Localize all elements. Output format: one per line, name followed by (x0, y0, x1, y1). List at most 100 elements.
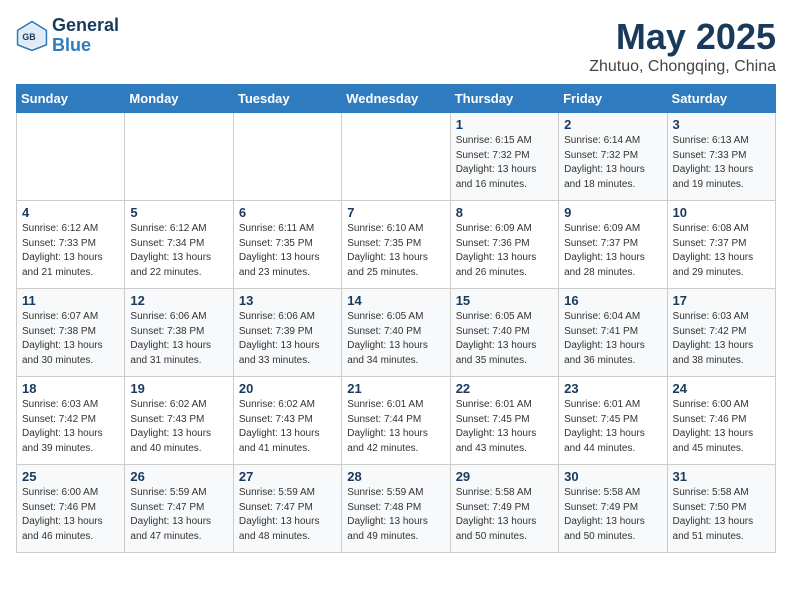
calendar-cell: 4 Sunrise: 6:12 AMSunset: 7:33 PMDaylight… (17, 201, 125, 289)
day-number: 3 (673, 117, 770, 132)
week-row-1: 1 Sunrise: 6:15 AMSunset: 7:32 PMDaylight… (17, 113, 776, 201)
calendar-cell: 23 Sunrise: 6:01 AMSunset: 7:45 PMDayligh… (559, 377, 667, 465)
day-header-wednesday: Wednesday (342, 85, 450, 113)
calendar-cell: 26Sunrise: 5:59 AMSunset: 7:47 PMDayligh… (125, 465, 233, 553)
calendar-cell: 24 Sunrise: 6:00 AMSunset: 7:46 PMDayligh… (667, 377, 775, 465)
day-info: Sunrise: 6:12 AMSunset: 7:34 PMDaylight:… (130, 222, 227, 280)
day-info: Sunrise: 6:09 AMSunset: 7:36 PMDaylight:… (456, 222, 553, 280)
calendar-cell: 7 Sunrise: 6:10 AMSunset: 7:35 PMDaylight… (342, 201, 450, 289)
day-number: 28 (347, 469, 444, 484)
day-number: 8 (456, 205, 553, 220)
day-number: 30 (564, 469, 661, 484)
day-header-tuesday: Tuesday (233, 85, 341, 113)
day-info: Sunrise: 5:58 AMSunset: 7:49 PMDaylight:… (564, 486, 661, 544)
day-info: Sunrise: 6:05 AMSunset: 7:40 PMDaylight:… (456, 310, 553, 368)
logo-icon: GB (16, 20, 48, 52)
day-info: Sunrise: 5:59 AMSunset: 7:48 PMDaylight:… (347, 486, 444, 544)
header: GB GeneralBlue May 2025 Zhutuo, Chongqin… (16, 16, 776, 76)
calendar-cell: 22 Sunrise: 6:01 AMSunset: 7:45 PMDayligh… (450, 377, 558, 465)
day-number: 24 (673, 381, 770, 396)
calendar-cell: 10Sunrise: 6:08 AMSunset: 7:37 PMDayligh… (667, 201, 775, 289)
day-info: Sunrise: 6:13 AMSunset: 7:33 PMDaylight:… (673, 134, 770, 192)
day-info: Sunrise: 6:01 AMSunset: 7:44 PMDaylight:… (347, 398, 444, 456)
calendar-cell (125, 113, 233, 201)
day-info: Sunrise: 6:00 AMSunset: 7:46 PMDaylight:… (673, 398, 770, 456)
day-number: 5 (130, 205, 227, 220)
day-info: Sunrise: 6:10 AMSunset: 7:35 PMDaylight:… (347, 222, 444, 280)
day-info: Sunrise: 6:00 AMSunset: 7:46 PMDaylight:… (22, 486, 119, 544)
calendar-cell: 9Sunrise: 6:09 AMSunset: 7:37 PMDaylight… (559, 201, 667, 289)
calendar-cell (233, 113, 341, 201)
day-number: 2 (564, 117, 661, 132)
day-info: Sunrise: 6:01 AMSunset: 7:45 PMDaylight:… (456, 398, 553, 456)
day-number: 19 (130, 381, 227, 396)
day-info: Sunrise: 6:05 AMSunset: 7:40 PMDaylight:… (347, 310, 444, 368)
day-info: Sunrise: 5:58 AMSunset: 7:50 PMDaylight:… (673, 486, 770, 544)
day-header-monday: Monday (125, 85, 233, 113)
day-number: 15 (456, 293, 553, 308)
day-number: 16 (564, 293, 661, 308)
calendar-cell: 21 Sunrise: 6:01 AMSunset: 7:44 PMDayligh… (342, 377, 450, 465)
day-number: 25 (22, 469, 119, 484)
day-number: 20 (239, 381, 336, 396)
day-number: 14 (347, 293, 444, 308)
calendar-cell: 17Sunrise: 6:03 AMSunset: 7:42 PMDayligh… (667, 289, 775, 377)
day-number: 10 (673, 205, 770, 220)
calendar-cell: 30 Sunrise: 5:58 AMSunset: 7:49 PMDayligh… (559, 465, 667, 553)
calendar-cell: 11 Sunrise: 6:07 AMSunset: 7:38 PMDayligh… (17, 289, 125, 377)
calendar-cell: 25 Sunrise: 6:00 AMSunset: 7:46 PMDayligh… (17, 465, 125, 553)
calendar-cell: 19Sunrise: 6:02 AMSunset: 7:43 PMDayligh… (125, 377, 233, 465)
day-number: 11 (22, 293, 119, 308)
day-number: 12 (130, 293, 227, 308)
day-info: Sunrise: 6:03 AMSunset: 7:42 PMDaylight:… (673, 310, 770, 368)
day-info: Sunrise: 6:02 AMSunset: 7:43 PMDaylight:… (239, 398, 336, 456)
logo-text: GeneralBlue (52, 16, 119, 56)
day-number: 27 (239, 469, 336, 484)
day-header-thursday: Thursday (450, 85, 558, 113)
day-number: 1 (456, 117, 553, 132)
day-number: 31 (673, 469, 770, 484)
calendar-cell (17, 113, 125, 201)
day-info: Sunrise: 6:01 AMSunset: 7:45 PMDaylight:… (564, 398, 661, 456)
calendar-cell: 18Sunrise: 6:03 AMSunset: 7:42 PMDayligh… (17, 377, 125, 465)
calendar-cell (342, 113, 450, 201)
calendar-cell: 8 Sunrise: 6:09 AMSunset: 7:36 PMDaylight… (450, 201, 558, 289)
day-number: 4 (22, 205, 119, 220)
day-header-sunday: Sunday (17, 85, 125, 113)
day-number: 23 (564, 381, 661, 396)
calendar-subtitle: Zhutuo, Chongqing, China (589, 58, 776, 76)
day-header-friday: Friday (559, 85, 667, 113)
calendar-cell: 6Sunrise: 6:11 AMSunset: 7:35 PMDaylight… (233, 201, 341, 289)
day-number: 21 (347, 381, 444, 396)
calendar-table: SundayMondayTuesdayWednesdayThursdayFrid… (16, 84, 776, 553)
day-info: Sunrise: 6:12 AMSunset: 7:33 PMDaylight:… (22, 222, 119, 280)
day-info: Sunrise: 6:04 AMSunset: 7:41 PMDaylight:… (564, 310, 661, 368)
calendar-cell: 5 Sunrise: 6:12 AMSunset: 7:34 PMDaylight… (125, 201, 233, 289)
day-number: 29 (456, 469, 553, 484)
day-number: 22 (456, 381, 553, 396)
day-header-saturday: Saturday (667, 85, 775, 113)
calendar-cell: 13Sunrise: 6:06 AMSunset: 7:39 PMDayligh… (233, 289, 341, 377)
day-number: 18 (22, 381, 119, 396)
calendar-cell: 28 Sunrise: 5:59 AMSunset: 7:48 PMDayligh… (342, 465, 450, 553)
svg-text:GB: GB (22, 32, 35, 42)
calendar-cell: 14 Sunrise: 6:05 AMSunset: 7:40 PMDayligh… (342, 289, 450, 377)
header-row: SundayMondayTuesdayWednesdayThursdayFrid… (17, 85, 776, 113)
calendar-cell: 12Sunrise: 6:06 AMSunset: 7:38 PMDayligh… (125, 289, 233, 377)
calendar-cell: 31 Sunrise: 5:58 AMSunset: 7:50 PMDayligh… (667, 465, 775, 553)
day-info: Sunrise: 6:15 AMSunset: 7:32 PMDaylight:… (456, 134, 553, 192)
calendar-cell: 3 Sunrise: 6:13 AMSunset: 7:33 PMDaylight… (667, 113, 775, 201)
day-info: Sunrise: 6:06 AMSunset: 7:39 PMDaylight:… (239, 310, 336, 368)
week-row-3: 11 Sunrise: 6:07 AMSunset: 7:38 PMDayligh… (17, 289, 776, 377)
calendar-cell: 29 Sunrise: 5:58 AMSunset: 7:49 PMDayligh… (450, 465, 558, 553)
day-info: Sunrise: 5:58 AMSunset: 7:49 PMDaylight:… (456, 486, 553, 544)
day-info: Sunrise: 5:59 AMSunset: 7:47 PMDaylight:… (239, 486, 336, 544)
day-number: 6 (239, 205, 336, 220)
week-row-5: 25 Sunrise: 6:00 AMSunset: 7:46 PMDayligh… (17, 465, 776, 553)
day-number: 26 (130, 469, 227, 484)
day-number: 7 (347, 205, 444, 220)
day-info: Sunrise: 6:07 AMSunset: 7:38 PMDaylight:… (22, 310, 119, 368)
calendar-cell: 27 Sunrise: 5:59 AMSunset: 7:47 PMDayligh… (233, 465, 341, 553)
title-area: May 2025 Zhutuo, Chongqing, China (589, 16, 776, 76)
logo: GB GeneralBlue (16, 16, 119, 56)
